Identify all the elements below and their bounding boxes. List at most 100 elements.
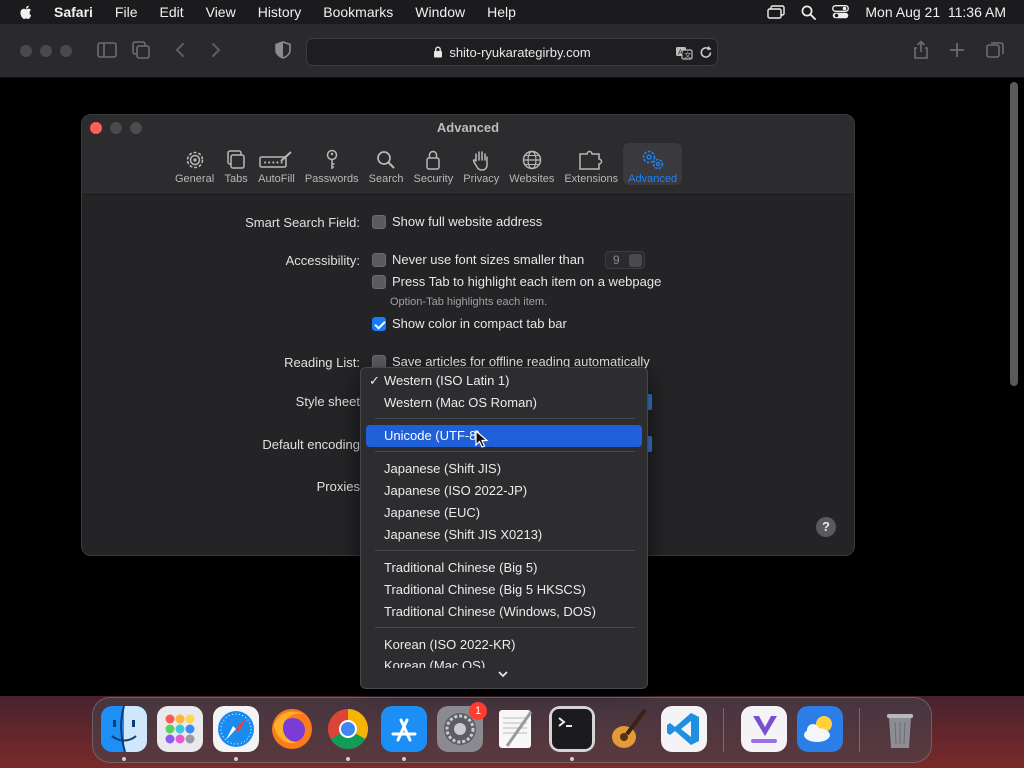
scroll-down-chevron-icon[interactable] — [497, 669, 509, 679]
encoding-option[interactable]: Western (Mac OS Roman) — [366, 392, 642, 414]
dock-separator — [723, 708, 724, 752]
menu-history[interactable]: History — [258, 4, 302, 20]
tab-autofill[interactable]: ••••• AutoFill — [253, 143, 300, 185]
back-icon[interactable] — [170, 39, 192, 61]
show-color-tab-bar-checkbox[interactable] — [372, 317, 386, 331]
tab-security[interactable]: Security — [408, 143, 458, 185]
lock-icon — [434, 46, 443, 58]
safari-icon[interactable] — [213, 706, 259, 752]
control-center-icon[interactable] — [832, 5, 850, 19]
tab-group-icon[interactable] — [130, 39, 152, 61]
min-font-text: Never use font sizes smaller than — [392, 252, 585, 267]
address-bar[interactable]: shito-ryukarategirby.com A 文 — [306, 38, 718, 66]
checkmark-icon: ✓ — [369, 373, 380, 388]
encoding-option[interactable]: Traditional Chinese (Big 5 HKSCS) — [366, 579, 642, 601]
encoding-option-label: Korean (Mac OS) — [384, 658, 486, 668]
menu-app-name[interactable]: Safari — [54, 4, 93, 20]
encoding-option-label: Traditional Chinese (Big 5 HKSCS) — [384, 582, 586, 597]
encoding-option[interactable]: Korean (ISO 2022-KR) — [366, 634, 642, 656]
translate-icon[interactable]: A 文 — [675, 45, 693, 61]
tab-advanced[interactable]: Advanced — [623, 143, 683, 185]
padlock-icon — [426, 150, 441, 170]
tab-websites-label: Websites — [509, 173, 555, 185]
min-font-size-value: 9 — [613, 253, 620, 267]
tab-websites[interactable]: Websites — [504, 143, 559, 185]
terminal-icon[interactable] — [549, 706, 595, 752]
encoding-option-label: Unicode (UTF-8) — [384, 428, 481, 443]
mouse-pointer-icon — [475, 430, 489, 448]
encoding-option[interactable]: Korean (Mac OS) — [366, 656, 642, 668]
menu-file[interactable]: File — [115, 4, 138, 20]
hand-icon — [473, 151, 489, 171]
menu-bookmarks[interactable]: Bookmarks — [323, 4, 393, 20]
textedit-icon[interactable] — [493, 706, 539, 752]
browser-minimize-button[interactable] — [40, 45, 52, 57]
show-full-address-checkbox[interactable] — [372, 215, 386, 229]
style-sheet-label: Style sheet — [295, 394, 360, 409]
encoding-option-label: Japanese (EUC) — [384, 505, 481, 520]
tab-general[interactable]: General — [170, 143, 219, 185]
menu-window[interactable]: Window — [415, 4, 465, 20]
menu-help[interactable]: Help — [487, 4, 516, 20]
spotlight-search-icon[interactable] — [801, 5, 817, 20]
encoding-option[interactable]: ✓ Western (ISO Latin 1) — [366, 370, 642, 392]
press-tab-checkbox[interactable] — [372, 275, 386, 289]
tab-extensions[interactable]: Extensions — [559, 143, 623, 185]
tab-tabs[interactable]: Tabs — [219, 143, 253, 185]
tab-overview-icon[interactable] — [984, 39, 1006, 61]
firefox-icon[interactable] — [269, 706, 315, 752]
privacy-shield-icon[interactable] — [272, 39, 294, 61]
tab-advanced-label: Advanced — [628, 173, 678, 185]
encoding-option[interactable]: Japanese (EUC) — [366, 502, 642, 524]
tab-tabs-label: Tabs — [224, 173, 248, 185]
proxies-label: Proxies — [316, 479, 360, 494]
running-indicator — [346, 757, 350, 761]
help-button[interactable]: ? — [816, 517, 836, 537]
menu-separator — [375, 550, 635, 551]
encoding-option-label: Traditional Chinese (Windows, DOS) — [384, 604, 596, 619]
tab-privacy[interactable]: Privacy — [458, 143, 504, 185]
apple-logo-icon[interactable] — [18, 4, 34, 20]
trash-icon[interactable] — [877, 706, 923, 752]
menu-bar-clock[interactable]: Mon Aug 21 11:36 AM — [865, 4, 1006, 20]
share-icon[interactable] — [910, 39, 932, 61]
encoding-option-label: Western (ISO Latin 1) — [384, 373, 510, 388]
menu-edit[interactable]: Edit — [159, 4, 183, 20]
min-font-size-select[interactable]: 9 — [605, 251, 645, 269]
finder-icon[interactable] — [101, 706, 147, 752]
forward-icon[interactable] — [204, 39, 226, 61]
visual-studio-icon[interactable] — [741, 706, 787, 752]
encoding-option[interactable]: Japanese (Shift JIS) — [366, 458, 642, 480]
screen-mirroring-icon[interactable] — [767, 5, 786, 19]
encoding-option[interactable]: Japanese (Shift JIS X0213) — [366, 524, 642, 546]
default-encoding-label: Default encoding — [262, 437, 360, 452]
page-scrollbar[interactable] — [1010, 82, 1018, 386]
encoding-option-label: Traditional Chinese (Big 5) — [384, 560, 538, 575]
min-font-checkbox[interactable] — [372, 253, 386, 267]
browser-toolbar: shito-ryukarategirby.com A 文 — [0, 24, 1024, 78]
chrome-icon[interactable] — [325, 706, 371, 752]
tab-general-label: General — [175, 173, 215, 185]
search-icon — [377, 151, 395, 169]
launchpad-icon[interactable] — [157, 706, 203, 752]
weather-icon[interactable] — [797, 706, 843, 752]
accessibility-label: Accessibility: — [285, 253, 360, 268]
encoding-option[interactable]: Traditional Chinese (Windows, DOS) — [366, 601, 642, 623]
reload-icon[interactable] — [699, 45, 713, 61]
menu-separator — [375, 451, 635, 452]
app-store-icon[interactable] — [381, 706, 427, 752]
browser-zoom-button[interactable] — [60, 45, 72, 57]
gears-icon — [642, 150, 663, 170]
tab-passwords[interactable]: Passwords — [300, 143, 364, 185]
tab-search[interactable]: Search — [364, 143, 409, 185]
sidebar-icon[interactable] — [96, 39, 118, 61]
menu-view[interactable]: View — [206, 4, 236, 20]
garageband-icon[interactable] — [605, 706, 651, 752]
encoding-option[interactable]: Traditional Chinese (Big 5) — [366, 557, 642, 579]
new-tab-icon[interactable] — [946, 39, 968, 61]
encoding-option-highlighted[interactable]: Unicode (UTF-8) — [366, 425, 642, 447]
show-color-tab-bar-text: Show color in compact tab bar — [392, 316, 567, 331]
browser-close-button[interactable] — [20, 45, 32, 57]
vscode-icon[interactable] — [661, 706, 707, 752]
encoding-option[interactable]: Japanese (ISO 2022-JP) — [366, 480, 642, 502]
